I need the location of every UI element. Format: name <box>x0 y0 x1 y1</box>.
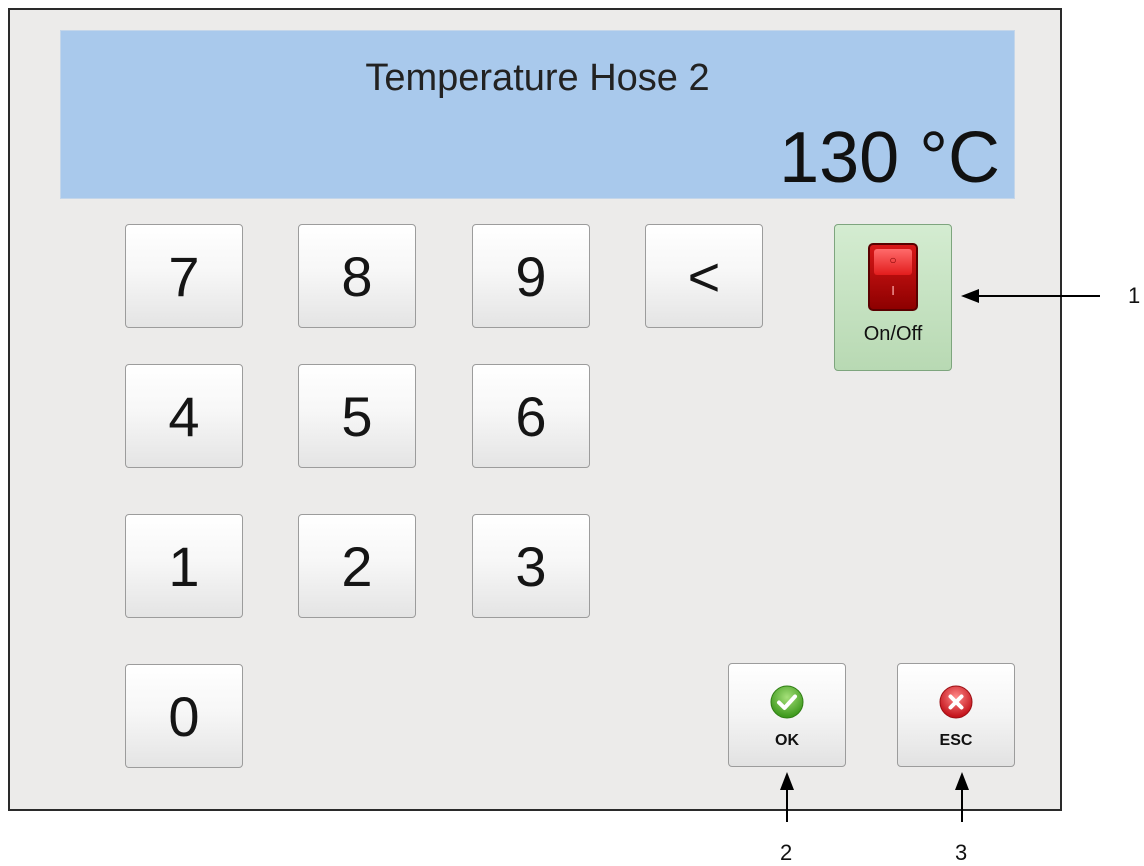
callout-arrowhead-1 <box>961 289 979 303</box>
callout-arrows <box>780 289 1100 822</box>
callout-arrowhead-3 <box>955 772 969 790</box>
callout-label-3: 3 <box>955 840 968 865</box>
callout-label-1: 1 <box>1128 283 1141 308</box>
callout-label-2: 2 <box>780 840 793 865</box>
callout-arrowhead-2 <box>780 772 794 790</box>
